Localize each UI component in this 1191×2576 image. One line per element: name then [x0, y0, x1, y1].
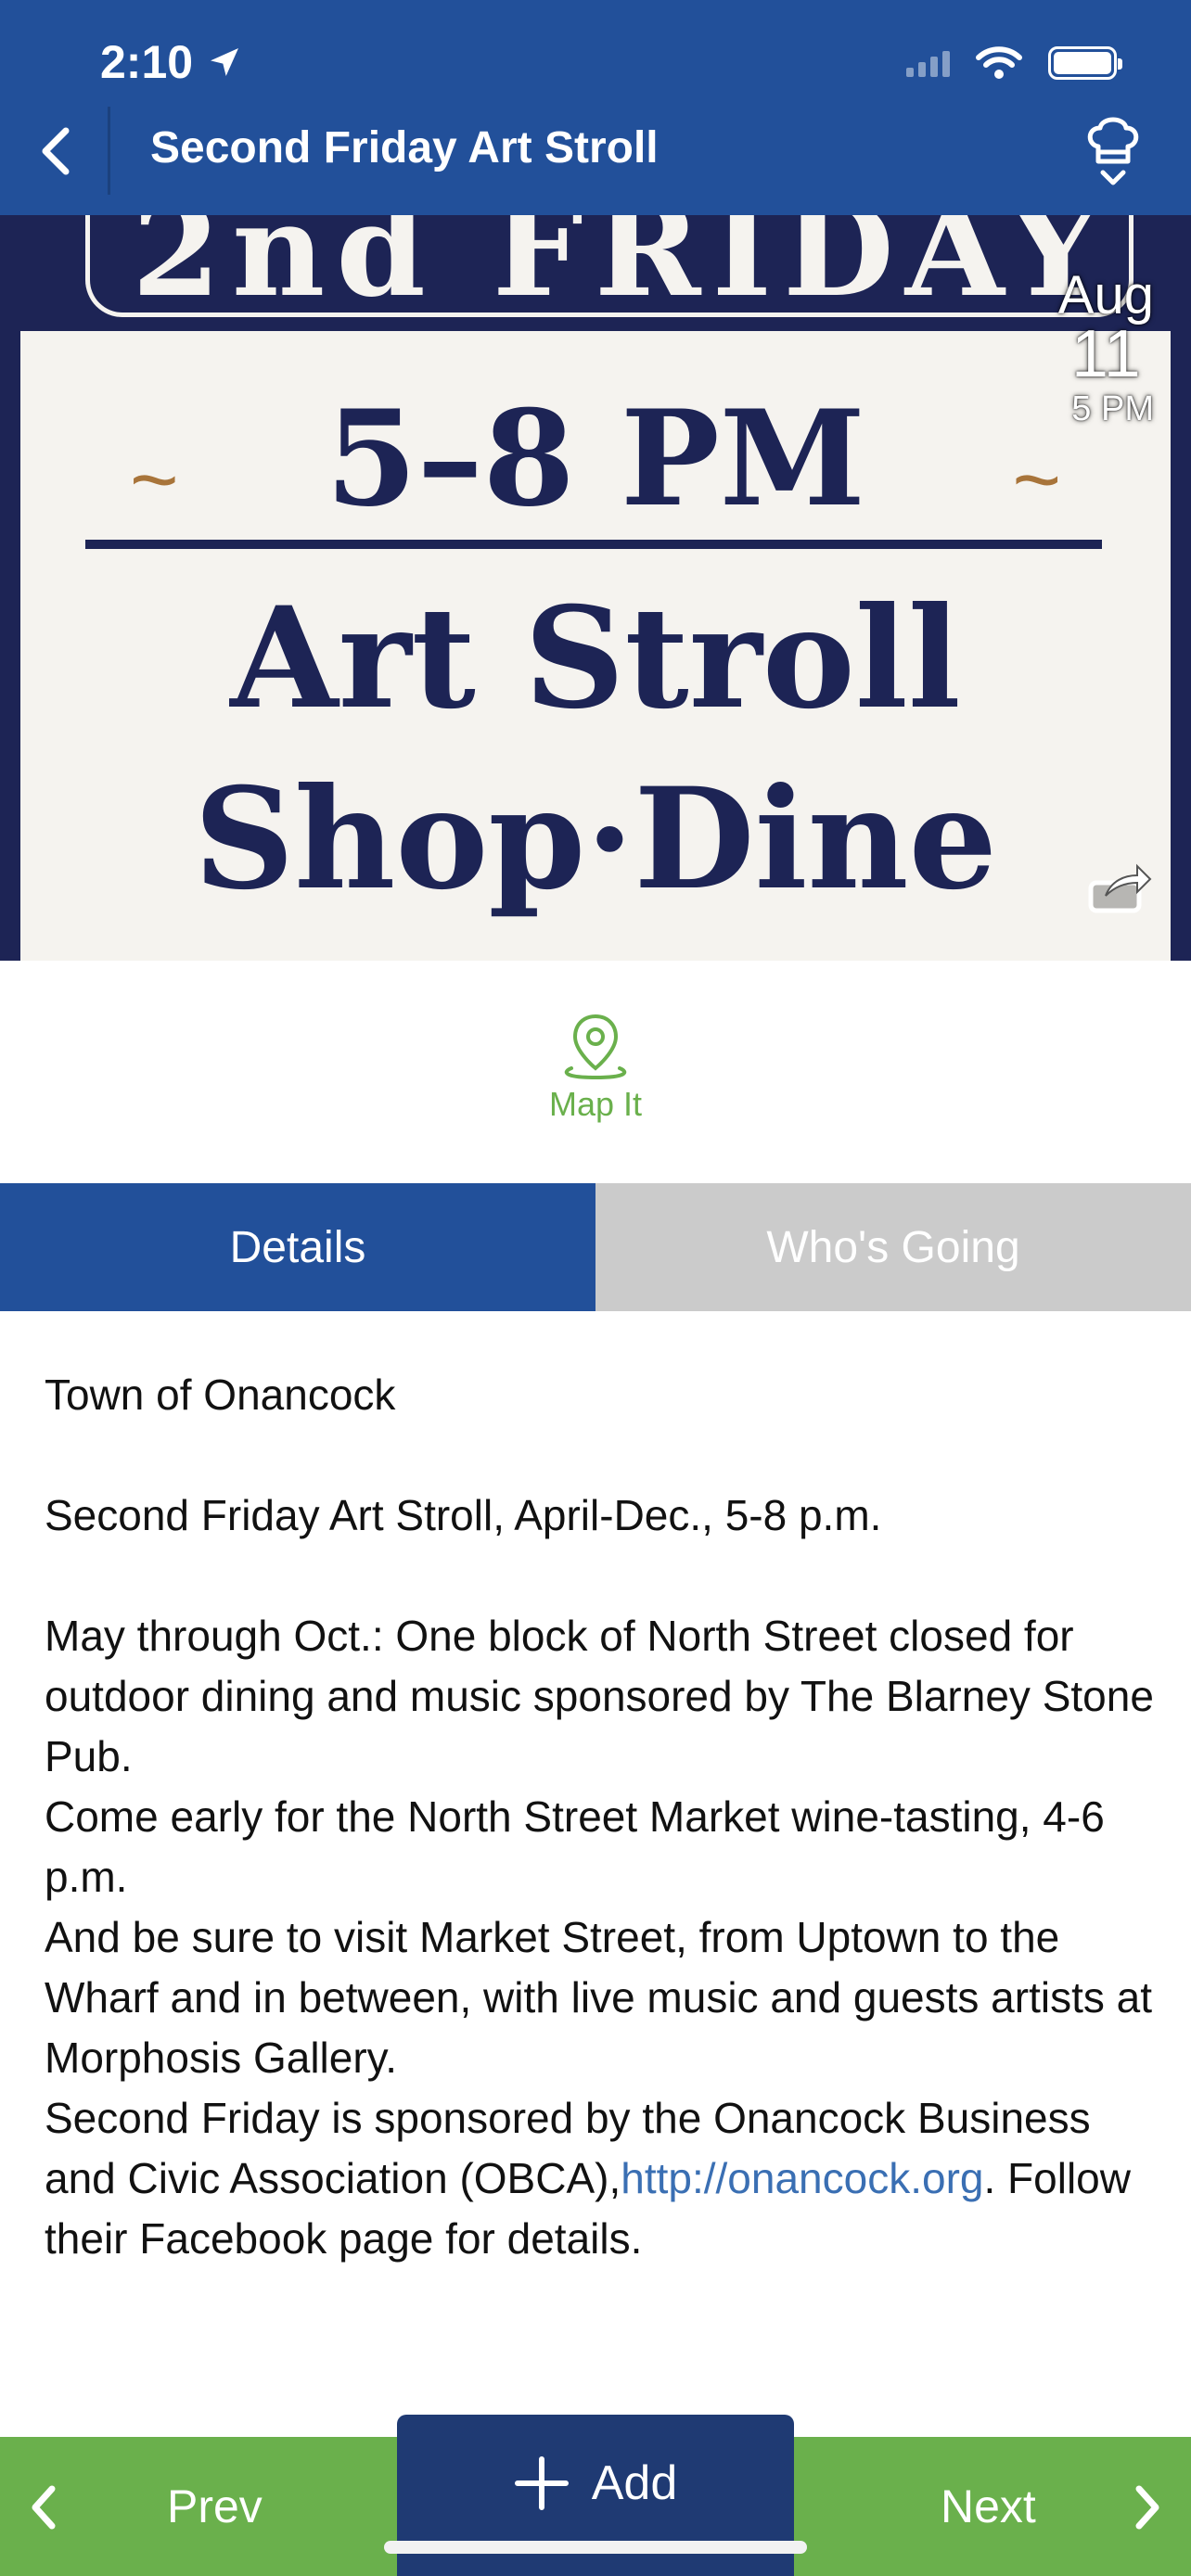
status-time-text: 2:10 [100, 36, 194, 88]
date-day: 11 [1071, 317, 1141, 391]
chevron-left-icon [42, 127, 70, 175]
home-indicator [384, 2541, 807, 2554]
tab-details[interactable]: Details [0, 1183, 596, 1311]
cellular-signal-icon [906, 49, 950, 77]
chef-hat-icon [1087, 117, 1139, 164]
back-button[interactable] [26, 119, 85, 184]
hero-line2: Shop·Dine [193, 758, 998, 921]
wifi-icon [976, 46, 1022, 79]
date-time: 5 PM [1071, 389, 1154, 428]
event-organizer: Town of Onancock [45, 1371, 396, 1419]
next-button[interactable]: Next [801, 2437, 1191, 2576]
prev-button[interactable]: Prev [0, 2437, 390, 2576]
location-arrow-icon [211, 48, 239, 76]
status-time: 2:10 [100, 35, 243, 89]
tab-whos-going[interactable]: Who's Going [596, 1183, 1191, 1311]
next-label: Next [941, 2480, 1036, 2532]
tab-bar: Details Who's Going [0, 1183, 1191, 1311]
onancock-link[interactable]: http://onancock.org [621, 2154, 983, 2202]
details-paragraph-1: May through Oct.: One block of North Str… [45, 1612, 1154, 1780]
app-header: 2:10 Second Friday Art Stroll [0, 0, 1191, 215]
chef-hat-menu-button[interactable] [1076, 109, 1150, 211]
map-it-button[interactable]: Map It [503, 1011, 688, 1131]
hero-top-text: 2nd FRIDAY [132, 215, 1112, 325]
details-paragraph-3: And be sure to visit Market Street, from… [45, 1913, 1153, 2082]
battery-icon [1048, 46, 1122, 80]
hero-top-band: 2nd FRIDAY [20, 215, 1171, 331]
status-icons [906, 46, 1122, 80]
plus-icon [514, 2456, 569, 2510]
chevron-left-icon [32, 2485, 56, 2530]
details-paragraph-2: Come early for the North Street Market w… [45, 1792, 1105, 1901]
share-button[interactable] [1087, 861, 1154, 916]
prev-label: Prev [167, 2480, 263, 2532]
details-paragraph-4: Second Friday is sponsored by the Onanco… [45, 2088, 1158, 2269]
share-icon [1088, 863, 1152, 913]
date-month: Aug [1057, 265, 1154, 325]
hero-rule [85, 540, 1102, 549]
chevron-down-icon [1100, 170, 1126, 185]
event-summary: Second Friday Art Stroll, April-Dec., 5-… [45, 1491, 882, 1539]
chevron-right-icon [1135, 2485, 1159, 2530]
event-details: Town of Onancock Second Friday Art Strol… [45, 1365, 1158, 2269]
hero-time-text: 5–8 PM [325, 382, 865, 536]
map-it-label: Map It [548, 1085, 643, 1123]
nav-divider [108, 107, 110, 195]
hero-line1: Art Stroll [230, 577, 961, 740]
page-title: Second Friday Art Stroll [150, 123, 659, 172]
event-image: 2nd FRIDAY ~ ~ 5–8 PM Art Stroll Shop·Di… [0, 215, 1191, 961]
date-badge: Aug 11 5 PM [1058, 269, 1154, 427]
map-pin-icon [564, 1014, 627, 1080]
add-label: Add [591, 2456, 678, 2510]
